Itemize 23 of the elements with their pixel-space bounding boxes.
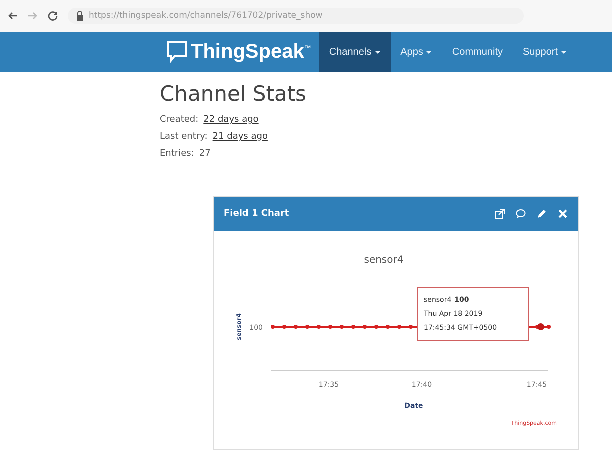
logo[interactable]: ThingSpeak$^{™}$ (191, 40, 312, 64)
stat-label: Last entry: (160, 131, 208, 144)
stat-link[interactable]: 22 days ago (204, 112, 259, 129)
close-icon[interactable] (558, 209, 568, 219)
nav-menu-item[interactable]: Channels (319, 32, 391, 72)
stat-value: 27 (199, 148, 211, 161)
lock-icon (76, 11, 84, 21)
panel-title: Field 1 Chart (224, 209, 290, 219)
nav-menu-item[interactable]: Community (442, 32, 513, 72)
address-bar[interactable]: https://thingspeak.com/channels/761702/private_show (68, 8, 524, 24)
back-icon[interactable] (8, 12, 18, 20)
nav-menu-item[interactable]: Support (513, 32, 578, 72)
reload-icon[interactable] (48, 11, 58, 21)
chat-bubble-icon (166, 40, 188, 64)
stat-label: Entries: (160, 148, 194, 161)
nav-menu-item[interactable]: Apps (390, 32, 442, 72)
page-title: Channel Stats (160, 82, 308, 106)
chart-title: sensor4 (364, 255, 404, 266)
external-link-icon[interactable] (495, 209, 505, 219)
stat-label: Created: (160, 114, 199, 127)
pencil-icon[interactable] (537, 209, 547, 219)
stat-link[interactable]: 21 days ago (212, 129, 268, 146)
comment-icon[interactable] (516, 209, 526, 219)
